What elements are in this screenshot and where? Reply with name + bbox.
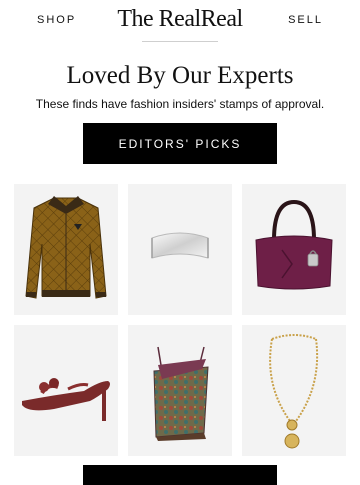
- product-tile-camisole[interactable]: [128, 325, 232, 456]
- silver-cuff-bracelet-icon: [151, 232, 209, 259]
- top-navigation: SHOP The RealReal SELL: [0, 0, 360, 44]
- burgundy-handbag-icon: [255, 199, 333, 290]
- product-tile-cuff[interactable]: [128, 184, 232, 315]
- printed-camisole-icon: [153, 346, 209, 441]
- gold-coin-necklace-icon: [269, 334, 319, 449]
- editors-picks-label: EDITORS' PICKS: [118, 136, 242, 151]
- product-tile-handbag[interactable]: [242, 184, 346, 315]
- strappy-sandal-icon: [22, 378, 110, 421]
- bottom-button[interactable]: [83, 465, 277, 485]
- page-subtitle: These finds have fashion insiders' stamp…: [35, 97, 325, 111]
- editors-picks-button[interactable]: EDITORS' PICKS: [83, 123, 277, 164]
- logo-divider: [142, 41, 218, 42]
- product-tile-jacket[interactable]: [14, 184, 118, 315]
- page-title: Loved By Our Experts: [66, 62, 294, 89]
- product-tile-necklace[interactable]: [242, 325, 346, 456]
- sell-link[interactable]: SELL: [288, 14, 323, 26]
- product-tile-sandal[interactable]: [14, 325, 118, 456]
- quilted-jacket-icon: [25, 196, 107, 299]
